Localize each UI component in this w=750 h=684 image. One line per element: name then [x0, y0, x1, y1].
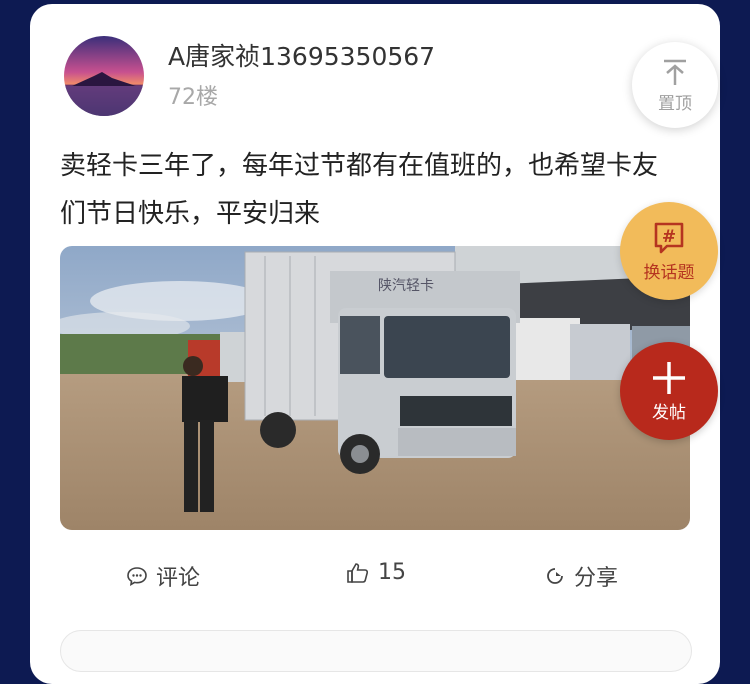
next-post-preview [60, 630, 692, 672]
truck-door-text: 陕汽轻卡 [378, 278, 434, 294]
new-post-label: 发帖 [652, 402, 686, 423]
post-image[interactable]: 陕汽轻卡 [60, 246, 690, 530]
thumbs-up-icon [347, 562, 369, 583]
username[interactable]: A唐家祯13695350567 [168, 37, 435, 73]
svg-text:#: # [662, 227, 676, 247]
post-actions: 评论 15 分享 [30, 560, 720, 594]
comment-icon [127, 567, 147, 587]
share-button[interactable]: 分享 [544, 560, 618, 592]
like-button[interactable]: 15 [346, 560, 406, 585]
back-to-top-button[interactable]: 置顶 [632, 42, 718, 128]
plus-icon [653, 361, 685, 394]
comment-button[interactable]: 评论 [126, 560, 200, 592]
share-icon [547, 568, 563, 584]
avatar[interactable] [64, 36, 144, 116]
back-to-top-label: 置顶 [658, 93, 692, 114]
post-text: 卖轻卡三年了，每年过节都有在值班的，也希望卡友们节日快乐，平安归来 [60, 151, 659, 229]
hashtag-bubble-icon: # [654, 222, 684, 253]
share-label: 分享 [574, 566, 619, 591]
comment-label: 评论 [156, 566, 201, 591]
change-topic-button[interactable]: # 换话题 [620, 202, 718, 300]
change-topic-label: 换话题 [643, 262, 695, 283]
new-post-button[interactable]: 发帖 [620, 342, 718, 440]
like-count: 15 [378, 560, 406, 585]
post-card: A唐家祯13695350567 72楼 卖轻卡三年了，每年过节都有在值班的，也希… [30, 4, 720, 684]
arrow-up-icon [664, 59, 686, 85]
floor-number: 72楼 [168, 85, 218, 110]
